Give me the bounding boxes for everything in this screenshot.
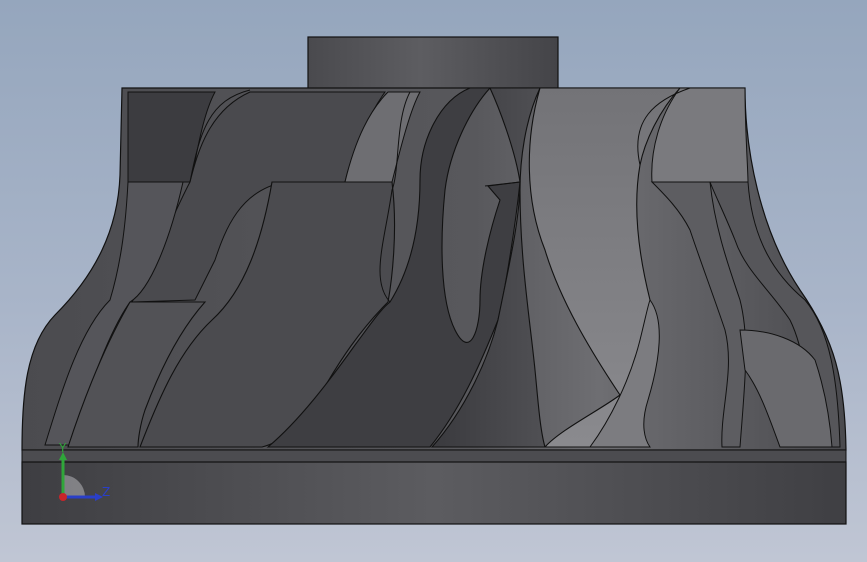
base-ring-top: [21, 449, 847, 463]
orientation-triad: Y Z: [50, 440, 120, 510]
impeller-model[interactable]: [0, 0, 867, 562]
graphics-viewport[interactable]: Y Z: [0, 0, 867, 562]
base-plate: [21, 461, 847, 525]
hub-cylinder: [307, 36, 559, 90]
axis-z-label: Z: [102, 485, 111, 499]
axis-y-label: Y: [59, 441, 67, 455]
